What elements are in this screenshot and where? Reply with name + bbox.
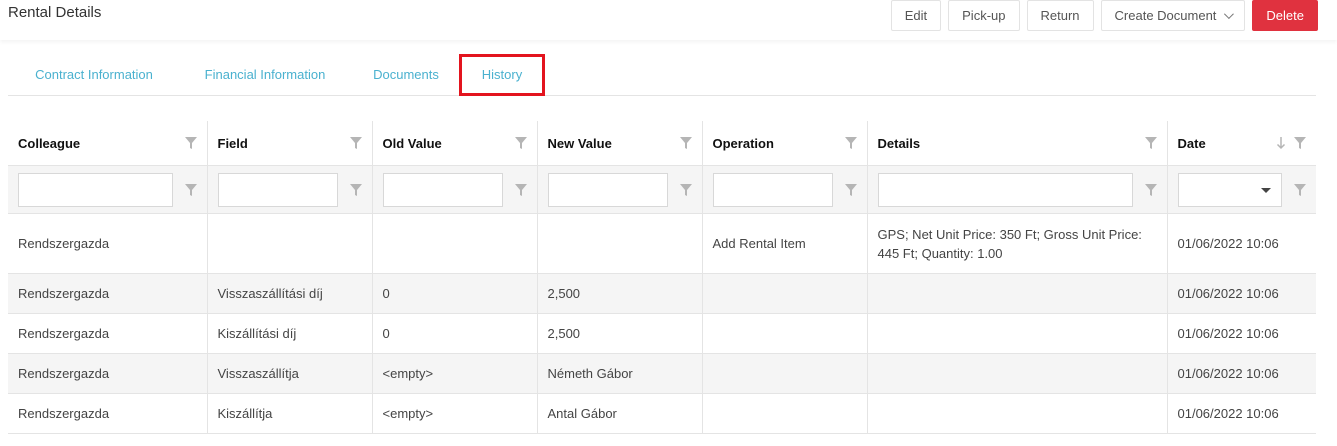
tab-history[interactable]: History bbox=[459, 54, 545, 96]
new-value-cell: 2,500 bbox=[537, 273, 703, 314]
column-header-operation[interactable]: Operation bbox=[702, 121, 868, 166]
filter-icon[interactable] bbox=[1144, 183, 1157, 196]
chevron-down-icon bbox=[1224, 9, 1235, 20]
filter-icon[interactable] bbox=[514, 137, 527, 149]
filter-icon[interactable] bbox=[184, 137, 197, 149]
colleague-filter-input[interactable] bbox=[18, 172, 173, 207]
tab-financial-information[interactable]: Financial Information bbox=[190, 55, 340, 95]
caret-down-icon bbox=[1260, 187, 1271, 193]
field-cell bbox=[207, 213, 373, 274]
table-row[interactable]: Rendszergazda Visszaszállítja <empty> Né… bbox=[8, 353, 1316, 394]
old-value-filter-input[interactable] bbox=[382, 172, 503, 207]
field-cell: Visszaszállítási díj bbox=[207, 273, 373, 314]
new-value-cell bbox=[537, 213, 703, 274]
date-filter-select[interactable] bbox=[1177, 172, 1282, 207]
table-row[interactable]: Rendszergazda Kiszállítási díj 0 2,500 0… bbox=[8, 313, 1316, 354]
header-bar: Rental Details Edit Pick-up Return Creat… bbox=[0, 0, 1337, 40]
new-value-cell: Antal Gábor bbox=[537, 393, 703, 434]
colleague-cell: Rendszergazda bbox=[8, 393, 208, 434]
return-button[interactable]: Return bbox=[1026, 0, 1094, 31]
date-cell: 01/06/2022 10:06 bbox=[1167, 273, 1316, 314]
filter-icon[interactable] bbox=[1294, 137, 1306, 149]
details-cell bbox=[867, 313, 1168, 354]
filter-icon[interactable] bbox=[1294, 183, 1306, 196]
details-cell bbox=[867, 273, 1168, 314]
filter-icon[interactable] bbox=[184, 183, 197, 196]
create-document-button[interactable]: Create Document bbox=[1100, 0, 1246, 31]
filter-icon[interactable] bbox=[844, 137, 857, 149]
new-value-cell: 2,500 bbox=[537, 313, 703, 354]
operation-cell bbox=[702, 273, 868, 314]
new-value-cell: Németh Gábor bbox=[537, 353, 703, 394]
old-value-cell: <empty> bbox=[372, 393, 538, 434]
details-cell bbox=[867, 353, 1168, 394]
tab-contract-information[interactable]: Contract Information bbox=[13, 55, 175, 95]
colleague-cell: Rendszergazda bbox=[8, 353, 208, 394]
colleague-cell: Rendszergazda bbox=[8, 213, 208, 274]
column-header-details[interactable]: Details bbox=[867, 121, 1168, 166]
filter-icon[interactable] bbox=[1144, 137, 1157, 149]
delete-button[interactable]: Delete bbox=[1252, 0, 1318, 31]
operation-cell bbox=[702, 353, 868, 394]
filter-cell-details bbox=[867, 165, 1168, 214]
operation-filter-input[interactable] bbox=[712, 172, 833, 207]
old-value-cell bbox=[372, 213, 538, 274]
filter-icon[interactable] bbox=[844, 183, 857, 196]
date-cell: 01/06/2022 10:06 bbox=[1167, 213, 1316, 274]
filter-cell-colleague bbox=[8, 165, 208, 214]
date-cell: 01/06/2022 10:06 bbox=[1167, 393, 1316, 434]
pickup-button[interactable]: Pick-up bbox=[948, 0, 1020, 31]
filter-cell-new-value bbox=[537, 165, 703, 214]
old-value-cell: 0 bbox=[372, 273, 538, 314]
filter-icon[interactable] bbox=[514, 183, 527, 196]
column-header-old-value[interactable]: Old Value bbox=[372, 121, 538, 166]
column-header-colleague[interactable]: Colleague bbox=[8, 121, 208, 166]
table-row[interactable]: Rendszergazda Add Rental Item GPS; Net U… bbox=[8, 213, 1316, 274]
details-filter-input[interactable] bbox=[877, 172, 1133, 207]
operation-cell bbox=[702, 393, 868, 434]
colleague-cell: Rendszergazda bbox=[8, 273, 208, 314]
filter-icon[interactable] bbox=[349, 183, 362, 196]
column-header-field[interactable]: Field bbox=[207, 121, 373, 166]
old-value-cell: <empty> bbox=[372, 353, 538, 394]
operation-cell bbox=[702, 313, 868, 354]
field-cell: Kiszállítási díj bbox=[207, 313, 373, 354]
field-cell: Visszaszállítja bbox=[207, 353, 373, 394]
table-row[interactable]: Rendszergazda Visszaszállítási díj 0 2,5… bbox=[8, 273, 1316, 314]
date-cell: 01/06/2022 10:06 bbox=[1167, 313, 1316, 354]
filter-cell-operation bbox=[702, 165, 868, 214]
column-header-new-value[interactable]: New Value bbox=[537, 121, 703, 166]
sort-descending-icon[interactable] bbox=[1276, 136, 1286, 150]
filter-cell-field bbox=[207, 165, 373, 214]
filter-icon[interactable] bbox=[349, 137, 362, 149]
old-value-cell: 0 bbox=[372, 313, 538, 354]
column-header-date[interactable]: Date bbox=[1167, 121, 1316, 166]
page-title: Rental Details bbox=[8, 4, 102, 21]
action-toolbar: Edit Pick-up Return Create Document Dele… bbox=[890, 0, 1318, 31]
filter-cell-old-value bbox=[372, 165, 538, 214]
operation-cell: Add Rental Item bbox=[702, 213, 868, 274]
date-cell: 01/06/2022 10:06 bbox=[1167, 353, 1316, 394]
filter-icon[interactable] bbox=[679, 137, 692, 149]
details-cell: GPS; Net Unit Price: 350 Ft; Gross Unit … bbox=[867, 213, 1168, 274]
table-row[interactable]: Rendszergazda Kiszállítja <empty> Antal … bbox=[8, 393, 1316, 434]
edit-button[interactable]: Edit bbox=[890, 0, 942, 31]
new-value-filter-input[interactable] bbox=[547, 172, 668, 207]
create-document-label: Create Document bbox=[1114, 8, 1217, 23]
field-cell: Kiszállítja bbox=[207, 393, 373, 434]
details-cell bbox=[867, 393, 1168, 434]
tab-documents[interactable]: Documents bbox=[363, 55, 449, 95]
filter-icon[interactable] bbox=[679, 183, 692, 196]
colleague-cell: Rendszergazda bbox=[8, 313, 208, 354]
field-filter-input[interactable] bbox=[217, 172, 338, 207]
history-grid: Colleague Field Old Value New Value Oper… bbox=[8, 121, 1316, 434]
tab-bar: Contract Information Financial Informati… bbox=[8, 54, 1316, 96]
filter-cell-date bbox=[1167, 165, 1316, 214]
